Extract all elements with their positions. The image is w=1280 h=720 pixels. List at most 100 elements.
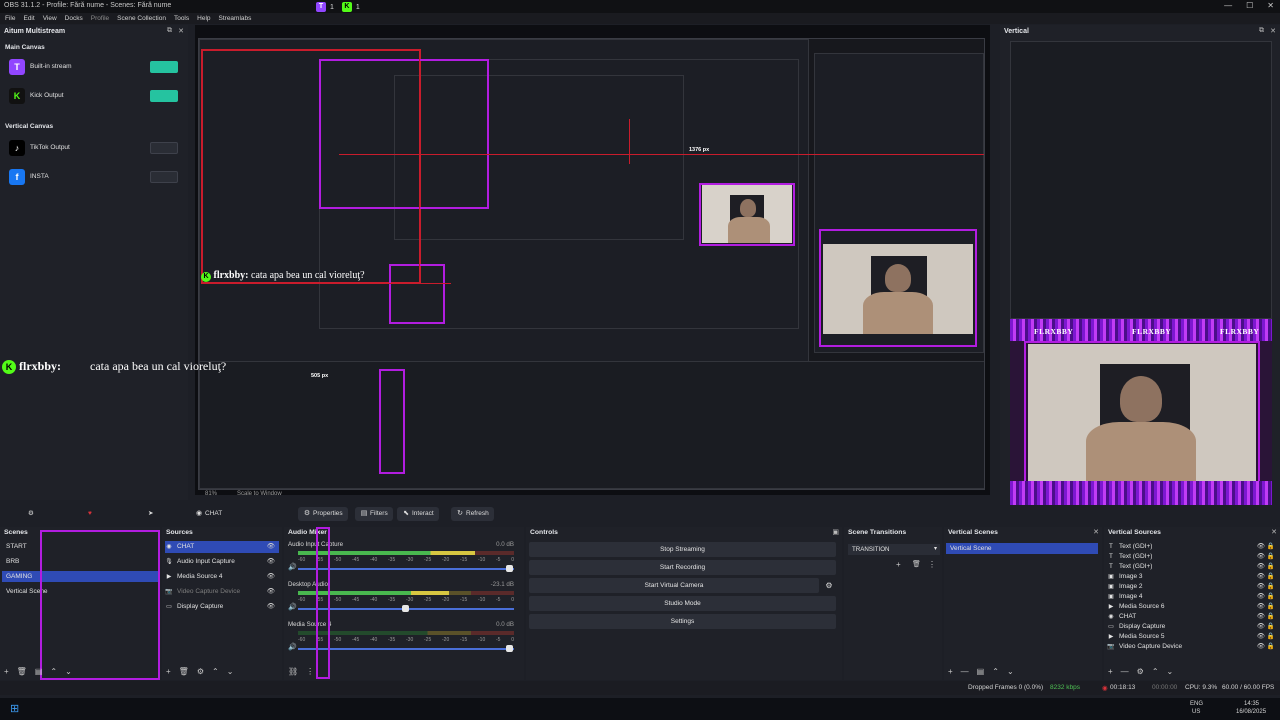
volume-slider[interactable]	[298, 565, 514, 572]
vertical-source-item[interactable]: ▶ Media Source 5 👁 🔒	[1107, 632, 1277, 642]
stream-toggle-button[interactable]	[150, 142, 178, 154]
eye-icon[interactable]: 👁	[1257, 582, 1265, 592]
add-icon[interactable]: +	[1108, 667, 1113, 676]
eye-icon[interactable]: 👁	[267, 601, 275, 613]
menu-profile[interactable]: Profile	[91, 13, 109, 24]
down-icon[interactable]: ⌄	[1007, 667, 1014, 676]
minimize-button[interactable]: —	[1224, 1, 1232, 10]
vertical-source-item[interactable]: ▭ Display Capture 👁 🔒	[1107, 622, 1277, 632]
eye-icon[interactable]: 👁	[267, 556, 275, 568]
preview-canvas[interactable]: 1376 px 505 px K flrxbby: cata apa bea u…	[198, 38, 985, 490]
clock-time[interactable]: 14:35	[1244, 701, 1259, 707]
stream-toggle-button[interactable]	[150, 90, 178, 102]
gear-icon[interactable]: ⚙	[1137, 667, 1144, 676]
transition-select[interactable]: TRANSITION ▾	[848, 544, 940, 555]
eye-icon[interactable]: 👁	[1257, 612, 1265, 622]
up-icon[interactable]: ⌃	[1152, 667, 1159, 676]
vertical-source-item[interactable]: ▣ Image 4 👁 🔒	[1107, 592, 1277, 602]
slider-knob[interactable]	[505, 565, 513, 572]
link-icon[interactable]: ⛓	[288, 667, 298, 676]
vertical-source-item[interactable]: T Text (GDI+) 👁 🔒	[1107, 552, 1277, 562]
eye-icon[interactable]: 👁	[267, 541, 275, 553]
close-icon[interactable]: ✕	[178, 27, 184, 35]
close-button[interactable]: ✕	[1267, 1, 1274, 10]
filter-icon[interactable]: ▤	[977, 667, 985, 676]
up-icon[interactable]: ⌃	[992, 667, 999, 676]
send-icon[interactable]: ➤	[148, 507, 153, 521]
speaker-icon[interactable]: 🔊	[288, 603, 297, 611]
gear-icon[interactable]: ⚙	[822, 579, 836, 593]
eye-icon[interactable]: 👁	[1257, 632, 1265, 642]
lock-icon[interactable]: 🔒	[1267, 622, 1275, 632]
filter-icon[interactable]: ▤	[35, 667, 43, 676]
vertical-source-item[interactable]: T Text (GDI+) 👁 🔒	[1107, 542, 1277, 552]
interact-button[interactable]: ⬉ Interact	[397, 507, 439, 521]
down-icon[interactable]: ⌄	[227, 667, 234, 676]
trash-icon[interactable]: 🗑	[179, 667, 189, 676]
vertical-source-item[interactable]: ◉ CHAT 👁 🔒	[1107, 612, 1277, 622]
volume-slider[interactable]	[298, 605, 514, 612]
lock-icon[interactable]: 🔒	[1267, 552, 1275, 562]
clock-date[interactable]: 16/08/2025	[1236, 709, 1266, 715]
up-icon[interactable]: ⌃	[212, 667, 219, 676]
eye-icon[interactable]: 👁	[1257, 592, 1265, 602]
float-icon[interactable]: ⧉	[167, 27, 172, 35]
eye-icon[interactable]: 👁	[1257, 642, 1265, 652]
studio-mode-button[interactable]: Studio Mode	[529, 596, 836, 611]
close-icon[interactable]: ▣	[832, 528, 839, 536]
windows-start-icon[interactable]: ⊞	[10, 702, 19, 715]
close-icon[interactable]: ✕	[1093, 528, 1099, 536]
lock-icon[interactable]: 🔒	[1267, 542, 1275, 552]
vertical-canvas[interactable]: FLRXBBY FLRXBBY FLRXBBY	[1010, 41, 1272, 519]
heart-icon[interactable]: ♥	[88, 507, 92, 521]
lock-icon[interactable]: 🔒	[1267, 592, 1275, 602]
menu-edit[interactable]: Edit	[23, 13, 34, 24]
filters-button[interactable]: ▤ Filters	[355, 507, 393, 521]
scale-mode[interactable]: Scale to Window	[237, 491, 282, 497]
menu-file[interactable]: File	[5, 13, 15, 24]
vertical-scene-item[interactable]: Vertical Scene	[946, 543, 1098, 554]
down-icon[interactable]: ⌄	[1167, 667, 1174, 676]
source-item-selected[interactable]: ◉ CHAT 👁	[165, 541, 279, 553]
close-icon[interactable]: ✕	[1270, 27, 1276, 35]
eye-icon[interactable]: 👁	[1257, 562, 1265, 572]
menu-icon[interactable]: ⋮	[306, 667, 314, 676]
settings-button[interactable]: Settings	[529, 614, 836, 629]
lock-icon[interactable]: 🔒	[1267, 562, 1275, 572]
zoom-level[interactable]: 81%	[205, 491, 217, 497]
add-icon[interactable]: +	[166, 667, 171, 676]
vertical-source-item[interactable]: ▣ Image 3 👁 🔒	[1107, 572, 1277, 582]
eye-icon[interactable]: 👁	[1257, 552, 1265, 562]
vertical-source-item[interactable]: 📷 Video Capture Device 👁 🔒	[1107, 642, 1277, 652]
source-item[interactable]: ▶ Media Source 4 👁	[165, 571, 279, 583]
stop-streaming-button[interactable]: Stop Streaming	[529, 542, 836, 557]
add-icon[interactable]: +	[896, 560, 901, 569]
stream-toggle-button[interactable]	[150, 61, 178, 73]
down-icon[interactable]: ⌄	[65, 667, 72, 676]
menu-docks[interactable]: Docks	[65, 13, 83, 24]
gear-icon[interactable]: ⚙	[28, 507, 34, 521]
gear-icon[interactable]: ⚙	[197, 667, 204, 676]
lock-icon[interactable]: 🔒	[1267, 602, 1275, 612]
eye-icon[interactable]: 👁	[1257, 622, 1265, 632]
lock-icon[interactable]: 🔒	[1267, 612, 1275, 622]
stream-toggle-button[interactable]	[150, 171, 178, 183]
refresh-button[interactable]: ↻ Refresh	[451, 507, 494, 521]
source-item[interactable]: 🎙 Audio Input Capture 👁	[165, 556, 279, 568]
eye-icon[interactable]: 👁	[1257, 542, 1265, 552]
menu-help[interactable]: Help	[197, 13, 210, 24]
add-icon[interactable]: +	[948, 667, 953, 676]
slider-knob[interactable]	[402, 605, 409, 612]
maximize-button[interactable]: ☐	[1246, 1, 1253, 10]
start-recording-button[interactable]: Start Recording	[529, 560, 836, 575]
trash-icon[interactable]: 🗑	[17, 667, 27, 676]
slider-knob[interactable]	[505, 645, 513, 652]
close-icon[interactable]: ✕	[1271, 528, 1277, 536]
menu-tools[interactable]: Tools	[174, 13, 189, 24]
menu-scene-collection[interactable]: Scene Collection	[117, 13, 166, 24]
vertical-source-item[interactable]: ▣ Image 2 👁 🔒	[1107, 582, 1277, 592]
speaker-icon[interactable]: 🔊	[288, 563, 297, 571]
menu-icon[interactable]: ⋮	[928, 560, 936, 569]
lang-2[interactable]: US	[1192, 709, 1200, 715]
remove-icon[interactable]: —	[961, 667, 969, 676]
